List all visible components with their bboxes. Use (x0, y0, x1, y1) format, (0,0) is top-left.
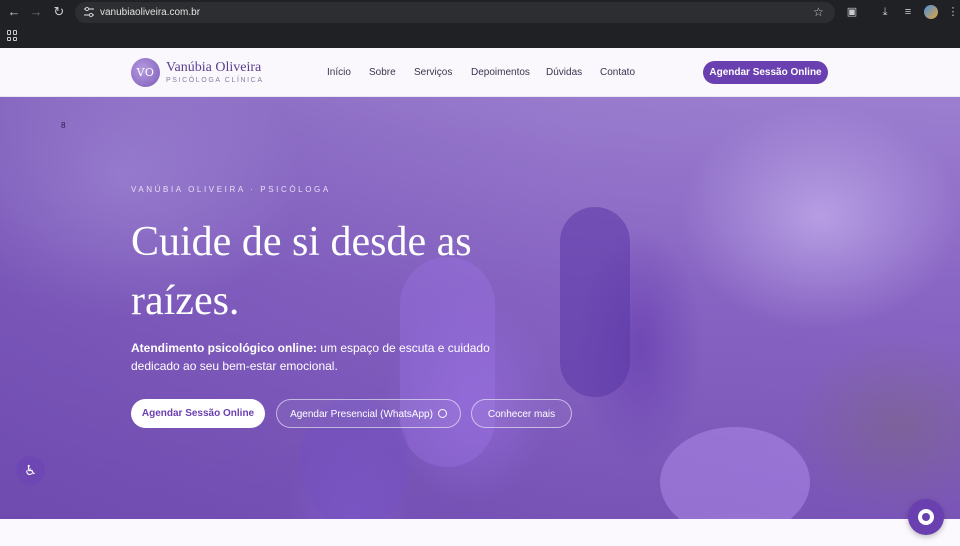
site-info-icon[interactable] (83, 6, 95, 18)
nav-sobre[interactable]: Sobre (369, 67, 396, 79)
hero-whatsapp-label: Agendar Presencial (WhatsApp) (290, 409, 433, 420)
whatsapp-chat-icon (918, 509, 934, 525)
hero-eyebrow: VANÚBIA OLIVEIRA · PSICÓLOGA (131, 185, 331, 194)
logo-badge[interactable]: VO (131, 58, 160, 87)
nav-inicio[interactable]: Início (327, 67, 351, 79)
address-row: ← → ↻ vanubiaoliveira.com.br ☆ ▣ ⤓ ≡ ⋮ (0, 0, 960, 24)
nav-duvidas[interactable]: Dúvidas (546, 67, 582, 79)
stray-mark: 8 (61, 121, 66, 130)
nav-depoimentos[interactable]: Depoimentos (471, 67, 530, 79)
url-text[interactable]: vanubiaoliveira.com.br (100, 6, 200, 19)
profile-icon[interactable] (924, 5, 938, 19)
back-icon[interactable]: ← (6, 4, 22, 20)
hero-learn-more-button[interactable]: Conhecer mais (471, 399, 572, 428)
whatsapp-float-button[interactable] (908, 499, 944, 535)
hero-headline-line1: Cuide de si desde as (131, 219, 472, 265)
nav-servicos[interactable]: Serviços (414, 67, 452, 79)
bookmark-star-icon[interactable]: ☆ (813, 5, 824, 19)
hero-schedule-online-button[interactable]: Agendar Sessão Online (131, 399, 265, 428)
logo-subtitle: PSICÓLOGA CLÍNICA (166, 77, 264, 84)
forward-icon[interactable]: → (28, 4, 44, 20)
media-icon[interactable]: ≡ (900, 4, 916, 20)
nav-contato[interactable]: Contato (600, 67, 635, 79)
reload-icon[interactable]: ↻ (51, 4, 67, 20)
menu-dots-icon[interactable]: ⋮ (945, 4, 960, 20)
header-schedule-button[interactable]: Agendar Sessão Online (703, 61, 828, 84)
hero-section: 8 VANÚBIA OLIVEIRA · PSICÓLOGA Cuide de … (0, 97, 960, 519)
apps-icon[interactable] (7, 30, 18, 41)
address-bar[interactable]: vanubiaoliveira.com.br ☆ (75, 2, 835, 23)
browser-chrome: ← → ↻ vanubiaoliveira.com.br ☆ ▣ ⤓ ≡ ⋮ (0, 0, 960, 48)
extensions-icon[interactable]: ▣ (844, 4, 860, 20)
hero-lead-bold: Atendimento psicológico online: (131, 341, 317, 355)
logo-name[interactable]: Vanúbia Oliveira (166, 60, 261, 76)
download-icon[interactable]: ⤓ (877, 4, 893, 20)
hero-lead: Atendimento psicológico online: um espaç… (131, 339, 501, 375)
site-header: VO Vanúbia Oliveira PSICÓLOGA CLÍNICA In… (0, 48, 960, 97)
hero-whatsapp-button[interactable]: Agendar Presencial (WhatsApp) (276, 399, 461, 428)
hero-headline-line2: raízes. (131, 278, 240, 324)
hero-headline: Cuide de si desde as raízes. (131, 213, 551, 331)
next-section (0, 519, 960, 546)
whatsapp-icon (437, 409, 447, 418)
accessibility-icon[interactable]: ♿ (16, 456, 45, 485)
